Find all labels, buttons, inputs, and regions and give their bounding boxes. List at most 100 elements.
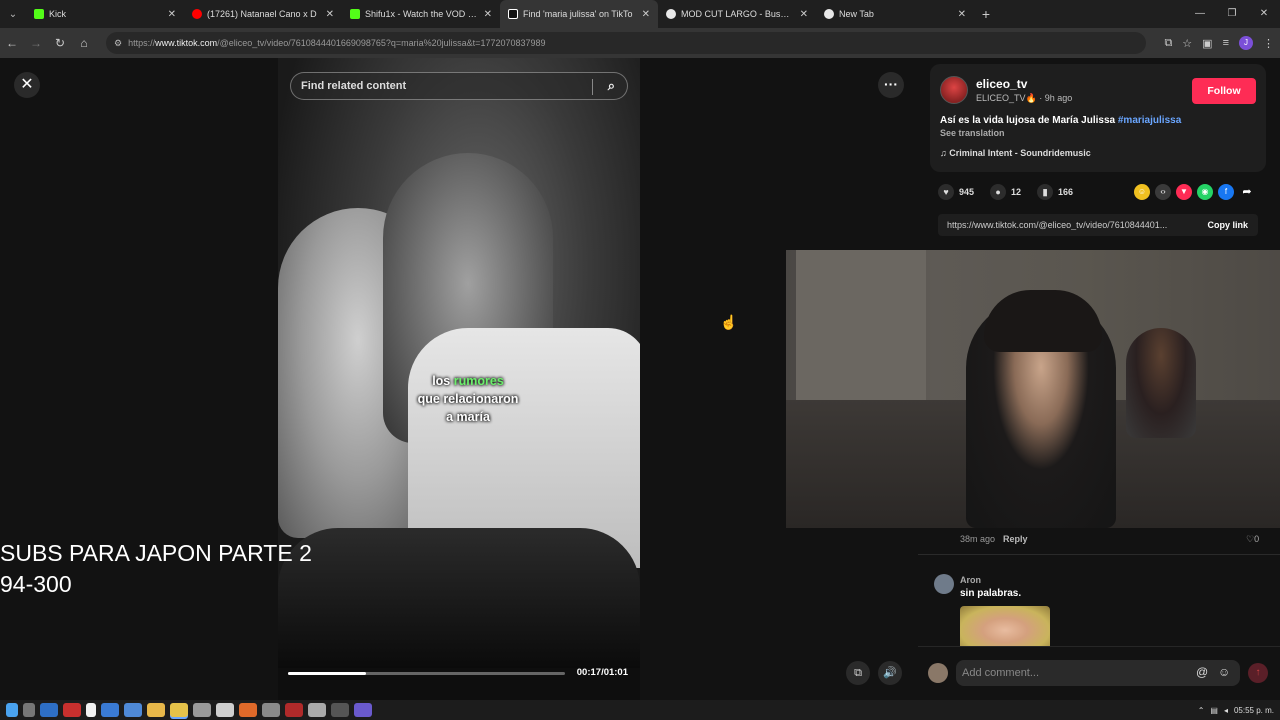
file-explorer-icon[interactable] xyxy=(147,703,165,717)
webcam-streamer-hair xyxy=(984,290,1102,352)
search-divider xyxy=(592,79,593,95)
stream-overlay-text: SUBS PARA JAPON PARTE 2 94-300 xyxy=(0,540,312,597)
close-tab-icon[interactable]: ✕ xyxy=(958,9,966,20)
close-tab-icon[interactable]: ✕ xyxy=(168,9,176,20)
tab-youtube[interactable]: (17261) Natanael Cano x D ✕ xyxy=(184,0,342,28)
comment-like-button[interactable]: ♡0 xyxy=(1246,534,1259,545)
cast-icon[interactable]: ⧉ xyxy=(1164,37,1172,50)
browser-tab-bar: ⌄ Kick ✕ (17261) Natanael Cano x D ✕ Shi… xyxy=(0,0,1280,28)
close-tab-icon[interactable]: ✕ xyxy=(326,9,334,20)
speaker-icon[interactable]: ◂ xyxy=(1224,706,1228,715)
youtube-favicon-icon xyxy=(192,9,202,19)
whatsapp-icon[interactable]: ◉ xyxy=(1197,184,1213,200)
share-link-url[interactable]: https://www.tiktok.com/@eliceo_tv/video/… xyxy=(938,220,1197,230)
commenter-avatar[interactable] xyxy=(934,574,954,594)
close-tab-icon[interactable]: ✕ xyxy=(642,9,650,20)
home-icon[interactable]: ⌂ xyxy=(72,36,96,50)
app-icon[interactable] xyxy=(262,703,280,717)
new-tab-button[interactable]: + xyxy=(974,6,998,22)
app-icon[interactable] xyxy=(308,703,326,717)
comment-text: sin palabras. xyxy=(960,588,1022,599)
tab-kick[interactable]: Kick ✕ xyxy=(26,0,184,28)
find-related-search[interactable]: Find related content ⌕ xyxy=(290,72,628,100)
app-icon[interactable] xyxy=(331,703,349,717)
video-caption: los rumores que relacionaron a maría xyxy=(417,374,519,424)
video-player[interactable]: los rumores que relacionaron a maría Fin… xyxy=(278,58,640,700)
site-info-icon[interactable]: ⚙ xyxy=(114,38,122,49)
search-icon[interactable] xyxy=(23,703,35,717)
close-window-icon[interactable]: ✕ xyxy=(1248,0,1280,28)
volume-icon[interactable]: 🔊 xyxy=(878,661,902,685)
video-progress-fill xyxy=(288,672,366,675)
menu-kebab-icon[interactable]: ⋮ xyxy=(1263,37,1274,50)
app-icon[interactable] xyxy=(285,703,303,717)
app-icon[interactable] xyxy=(216,703,234,717)
heart-outline-icon: ♡ xyxy=(1246,534,1255,544)
windows-taskbar: ⌃ ▤ ◂ 05:55 p. m. xyxy=(0,700,1280,720)
mention-icon[interactable]: @ xyxy=(1196,665,1208,679)
network-icon[interactable]: ▤ xyxy=(1210,706,1218,715)
url-path: /@eliceo_tv/video/7610844401669098765?q=… xyxy=(217,38,546,48)
window-controls: — ❐ ✕ xyxy=(1184,0,1280,28)
tab-search-icon[interactable]: ⌄ xyxy=(0,0,26,28)
tiktok-page: ✕ los rumores que relacionaron a maría F… xyxy=(0,58,1280,700)
address-toolbar: ← → ↻ ⌂ ⚙ https://www.tiktok.com/@eliceo… xyxy=(0,28,1280,58)
my-avatar xyxy=(928,663,948,683)
heart-icon: ♥ xyxy=(938,184,954,200)
video-progress-bar[interactable] xyxy=(288,672,565,675)
kick-favicon-icon xyxy=(350,9,360,19)
app-icon[interactable] xyxy=(101,703,119,717)
restore-icon[interactable]: ❐ xyxy=(1216,0,1248,28)
copy-link-button[interactable]: Copy link xyxy=(1197,220,1258,230)
chrome-icon[interactable] xyxy=(170,703,188,717)
facebook-icon[interactable]: f xyxy=(1218,184,1234,200)
video-frame xyxy=(278,58,640,668)
search-placeholder: Find related content xyxy=(301,80,407,92)
close-tab-icon[interactable]: ✕ xyxy=(484,9,492,20)
commenter-name[interactable]: Aron xyxy=(960,575,981,585)
document-icon[interactable] xyxy=(86,703,96,717)
windows-start-icon[interactable] xyxy=(6,703,18,717)
send-comment-button[interactable]: ↑ xyxy=(1248,663,1268,683)
close-tab-icon[interactable]: ✕ xyxy=(800,9,808,20)
search-icon[interactable]: ⌕ xyxy=(608,78,615,94)
comment-image[interactable] xyxy=(960,606,1050,650)
reply-button[interactable]: Reply xyxy=(1003,534,1028,544)
forward-icon[interactable]: → xyxy=(24,36,48,50)
reload-icon[interactable]: ↻ xyxy=(48,36,72,50)
emoji-icon[interactable]: ☺ xyxy=(1218,665,1230,679)
tray-chevron-icon[interactable]: ⌃ xyxy=(1198,706,1205,715)
extensions-icon[interactable]: ▣ xyxy=(1202,37,1212,50)
media-icon[interactable]: ≡ xyxy=(1223,37,1229,49)
back-icon[interactable]: ← xyxy=(0,36,24,50)
close-video-button[interactable]: ✕ xyxy=(14,72,40,98)
app-icon[interactable] xyxy=(193,703,211,717)
app-icon[interactable] xyxy=(354,703,372,717)
app-icon[interactable] xyxy=(239,703,257,717)
bookmark-star-icon[interactable]: ☆ xyxy=(1182,37,1192,50)
send-icon[interactable]: ▼ xyxy=(1176,184,1192,200)
app-icon[interactable] xyxy=(124,703,142,717)
tab-kick-vod[interactable]: Shifu1x - Watch the VOD on Ki ✕ xyxy=(342,0,500,28)
share-arrow-icon[interactable]: ➦ xyxy=(1239,184,1255,200)
profile-avatar[interactable]: J xyxy=(1239,36,1253,50)
save-button[interactable]: ▮ 166 xyxy=(1037,184,1073,200)
steam-icon[interactable] xyxy=(40,703,58,717)
tab-new-tab[interactable]: New Tab ✕ xyxy=(816,0,974,28)
share-friends-icon[interactable]: ☺ xyxy=(1134,184,1150,200)
embed-icon[interactable]: ‹› xyxy=(1155,184,1171,200)
minimize-icon[interactable]: — xyxy=(1184,0,1216,28)
kick-favicon-icon xyxy=(34,9,44,19)
pip-icon[interactable]: ⧉ xyxy=(846,661,870,685)
like-button[interactable]: ♥ 945 xyxy=(938,184,974,200)
clock[interactable]: 05:55 p. m. xyxy=(1234,706,1274,715)
app-icon[interactable] xyxy=(63,703,81,717)
url-prefix: https:// xyxy=(128,38,156,48)
comment-button[interactable]: ● 12 xyxy=(990,184,1021,200)
more-options-button[interactable]: ··· xyxy=(878,72,904,98)
tab-tiktok[interactable]: Find 'maria julissa' on TikTo ✕ xyxy=(500,0,658,28)
chrome-favicon-icon xyxy=(824,9,834,19)
url-field[interactable]: ⚙ https://www.tiktok.com/@eliceo_tv/vide… xyxy=(106,32,1146,54)
tab-google-search[interactable]: MOD CUT LARGO - Buscar con ✕ xyxy=(658,0,816,28)
share-buttons: ☺ ‹› ▼ ◉ f ➦ xyxy=(1134,182,1255,202)
